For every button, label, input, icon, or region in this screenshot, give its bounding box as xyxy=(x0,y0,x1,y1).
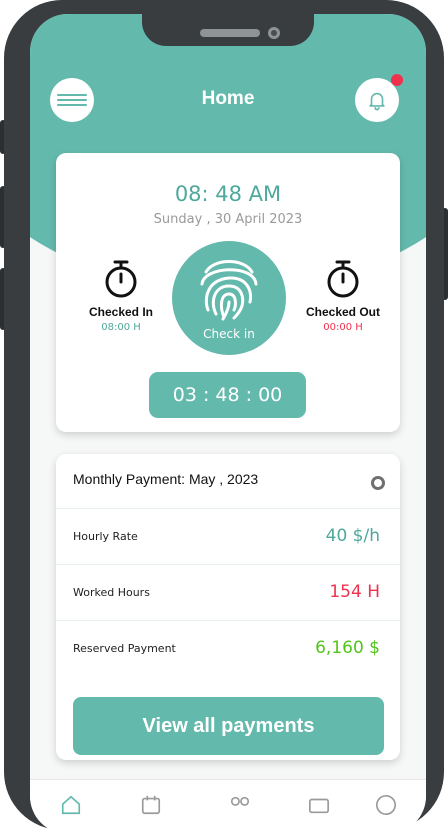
home-icon[interactable] xyxy=(60,794,82,816)
checked-in-value: 08:00 H xyxy=(101,322,141,333)
attendance-card: 08: 48 AM Sunday , 30 April 2023 Checked… xyxy=(56,153,400,432)
checked-out-block: Checked Out 00:00 H xyxy=(298,259,388,333)
view-all-payments-button[interactable]: View all payments xyxy=(73,697,384,755)
work-duration-timer: 03 : 48 : 00 xyxy=(149,372,306,418)
calendar-icon[interactable] xyxy=(140,794,162,816)
checked-out-value: 00:00 H xyxy=(323,322,363,333)
screen: Home 08: 48 AM Sunday , 30 April 2023 Ch… xyxy=(30,14,426,834)
pay-row-label: Worked Hours xyxy=(73,586,150,599)
pay-row-worked-hours: Worked Hours 154 H xyxy=(56,564,400,621)
current-time: 08: 48 AM xyxy=(174,182,282,206)
pay-row-value: 6,160 $ xyxy=(315,638,380,658)
front-camera xyxy=(268,27,280,39)
pay-row-label: Reserved Payment xyxy=(73,642,176,655)
wallet-icon[interactable] xyxy=(308,794,330,816)
payment-title: Monthly Payment: May , 2023 xyxy=(73,471,259,487)
checked-out-label: Checked Out xyxy=(305,305,380,319)
pay-row-value: 154 H xyxy=(329,582,380,602)
checked-in-label: Checked In xyxy=(88,305,154,319)
stopwatch-icon xyxy=(327,260,359,298)
fingerprint-icon xyxy=(200,260,258,321)
notifications-button[interactable] xyxy=(355,74,403,122)
pay-row-reserved-payment: Reserved Payment 6,160 $ xyxy=(56,620,400,677)
current-date: Sunday , 30 April 2023 xyxy=(153,212,303,227)
profile-icon[interactable] xyxy=(375,794,397,816)
stopwatch-icon xyxy=(105,260,137,298)
check-in-label: Check in xyxy=(203,327,255,341)
check-in-button[interactable]: Check in xyxy=(172,241,286,355)
pay-row-hourly-rate: Hourly Rate 40 $/h xyxy=(56,508,400,565)
pay-row-label: Hourly Rate xyxy=(73,530,138,543)
bottom-nav xyxy=(30,779,426,834)
speaker xyxy=(200,29,260,37)
bell-icon xyxy=(369,92,385,111)
notification-badge xyxy=(391,74,403,86)
pay-row-value: 40 $/h xyxy=(325,526,380,546)
monthly-payment-card: Monthly Payment: May , 2023 Hourly Rate … xyxy=(56,454,400,760)
phone-frame: Home 08: 48 AM Sunday , 30 April 2023 Ch… xyxy=(4,0,444,834)
checked-in-block: Checked In 08:00 H xyxy=(76,259,166,333)
people-icon[interactable] xyxy=(227,794,253,816)
month-selector-radio[interactable] xyxy=(371,476,385,490)
